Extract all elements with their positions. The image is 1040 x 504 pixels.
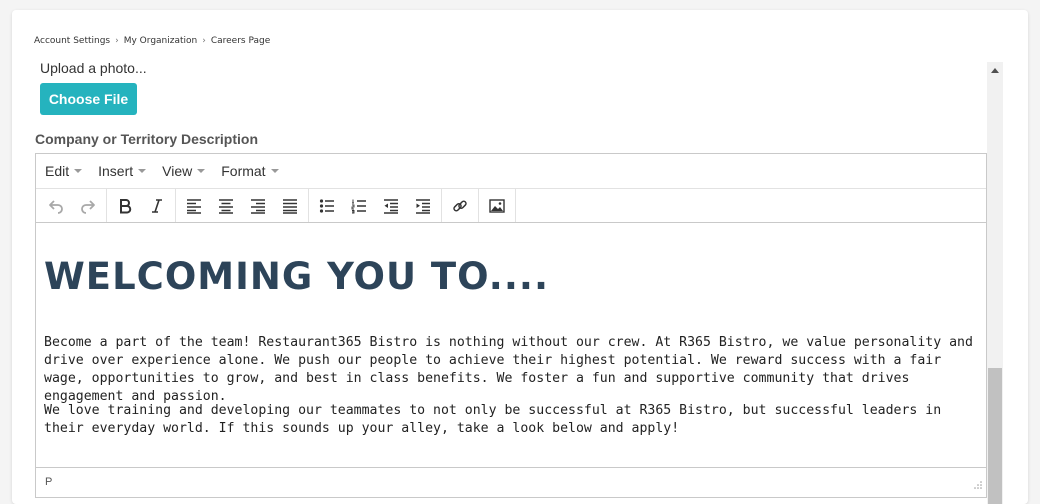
outdent-icon[interactable] [375, 191, 407, 221]
menu-edit-label: Edit [45, 163, 70, 179]
breadcrumb-account-settings[interactable]: Account Settings [34, 36, 110, 46]
indent-icon[interactable] [407, 191, 439, 221]
scroll-thumb[interactable] [988, 368, 1002, 504]
editor-statusbar: P [36, 467, 986, 496]
caret-down-icon [197, 169, 206, 173]
menu-view-label: View [162, 163, 193, 179]
editor-toolbar [36, 189, 986, 223]
link-group [442, 189, 479, 222]
caret-down-icon [270, 169, 279, 173]
chevron-right-icon: › [115, 36, 119, 46]
history-group [38, 189, 107, 222]
redo-icon[interactable] [72, 191, 104, 221]
menu-format-label: Format [221, 163, 266, 179]
section-title: Company or Territory Description [35, 131, 259, 147]
align-justify-icon[interactable] [274, 191, 306, 221]
settings-card: Account Settings › My Organization › Car… [12, 10, 1028, 504]
caret-down-icon [74, 169, 83, 173]
element-path[interactable]: P [45, 476, 52, 488]
italic-icon[interactable] [141, 191, 173, 221]
menu-insert[interactable]: Insert [98, 163, 147, 179]
content-heading: WELCOMING YOU TO.... [44, 255, 550, 298]
align-group [176, 189, 309, 222]
format-group [107, 189, 176, 222]
menu-edit[interactable]: Edit [45, 163, 83, 179]
editor-menubar: Edit Insert View Format [36, 154, 986, 189]
chevron-right-icon: › [202, 36, 206, 46]
image-icon[interactable] [481, 191, 513, 221]
content-paragraph: We love training and developing our team… [44, 403, 942, 436]
breadcrumb-careers-page: Careers Page [210, 36, 271, 46]
menu-view[interactable]: View [162, 163, 206, 179]
choose-file-button[interactable]: Choose File [40, 83, 137, 115]
caret-down-icon [138, 169, 147, 173]
list-group [309, 189, 442, 222]
scrollbar[interactable] [987, 62, 1003, 504]
media-group [479, 189, 516, 222]
content-paragraph: Become a part of the team! Restaurant365… [44, 335, 973, 404]
bold-icon[interactable] [109, 191, 141, 221]
align-left-icon[interactable] [178, 191, 210, 221]
menu-format[interactable]: Format [221, 163, 279, 179]
scroll-up-arrow-icon[interactable] [991, 68, 999, 73]
rich-text-editor: Edit Insert View Format WELCOMING YOU TO… [35, 153, 987, 498]
link-icon[interactable] [444, 191, 476, 221]
upload-photo-label: Upload a photo... [40, 60, 147, 76]
align-right-icon[interactable] [242, 191, 274, 221]
bullet-list-icon[interactable] [311, 191, 343, 221]
menu-insert-label: Insert [98, 163, 134, 179]
numbered-list-icon[interactable] [343, 191, 375, 221]
editor-content[interactable]: WELCOMING YOU TO.... Become a part of th… [36, 223, 986, 467]
breadcrumb: Account Settings › My Organization › Car… [34, 36, 270, 46]
align-center-icon[interactable] [210, 191, 242, 221]
undo-icon[interactable] [40, 191, 72, 221]
resize-handle-icon[interactable] [973, 480, 982, 492]
breadcrumb-my-organization[interactable]: My Organization [124, 36, 198, 46]
